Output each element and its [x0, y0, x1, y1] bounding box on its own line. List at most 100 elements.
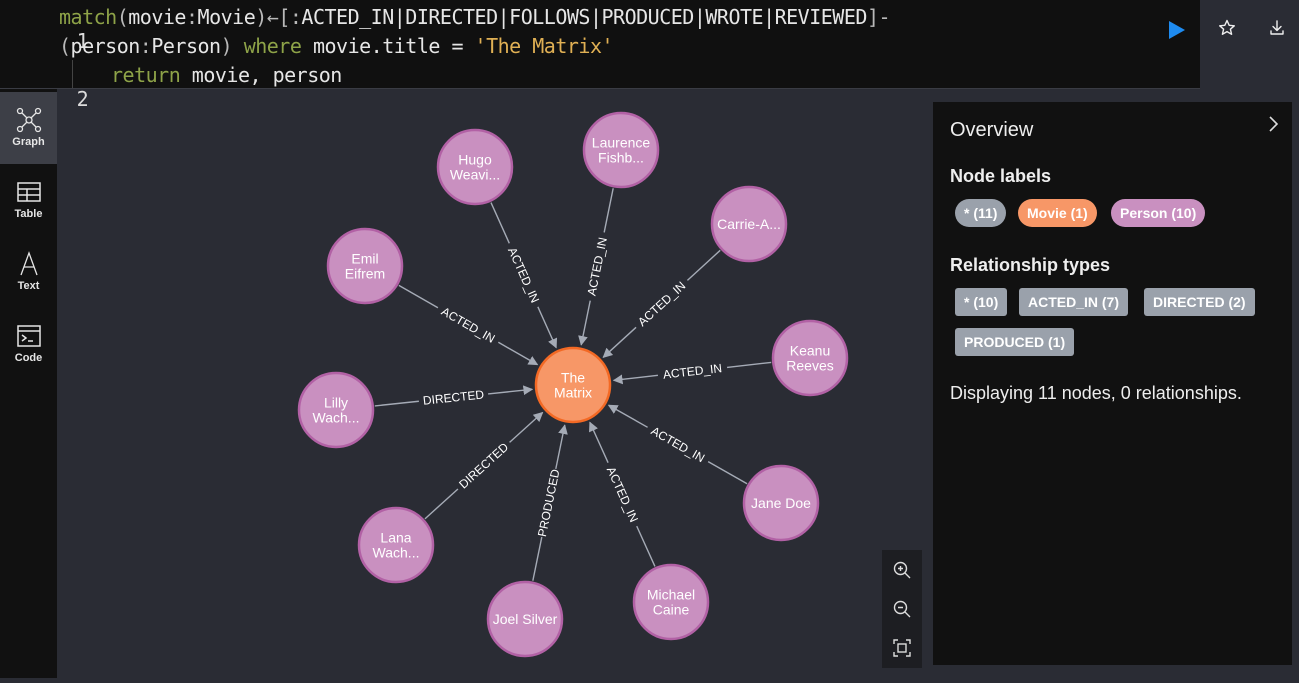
edge-line: [686, 249, 721, 281]
relationship-edge[interactable]: ACTED_IN: [398, 284, 539, 366]
edge-line: [488, 385, 534, 396]
graph-icon: [16, 107, 41, 133]
paren: (: [59, 34, 71, 58]
relationship-types-heading: Relationship types: [950, 255, 1111, 275]
overview-title: Overview: [950, 119, 1034, 141]
edge-line: [612, 374, 658, 385]
relationship-edge[interactable]: PRODUCED: [532, 424, 568, 581]
fit-view-icon[interactable]: [892, 638, 912, 658]
relationship-edge[interactable]: DIRECTED: [374, 385, 534, 408]
indent-guide: [72, 60, 73, 88]
person-node[interactable]: Lana Wach...: [357, 506, 435, 584]
editor-actions: [1200, 0, 1299, 88]
relationship-edge[interactable]: ACTED_IN: [578, 188, 614, 346]
rel-type-all[interactable]: * (10): [955, 288, 1008, 316]
person-node[interactable]: Hugo Weavi...: [436, 128, 514, 206]
node-caption: Michael Caine: [647, 587, 695, 618]
relationship-types: ACTED_IN|DIRECTED|FOLLOWS|PRODUCED|WROTE…: [301, 5, 867, 29]
zoom-out-icon[interactable]: [892, 599, 912, 619]
star-icon[interactable]: [1217, 18, 1237, 38]
edge-label: PRODUCED: [535, 468, 563, 538]
edge-label: ACTED_IN: [439, 304, 497, 346]
person-node[interactable]: Lilly Wach...: [297, 371, 375, 449]
code-icon: [16, 325, 41, 347]
variable-person: person: [70, 34, 141, 58]
relationship-edge[interactable]: ACTED_IN: [589, 421, 656, 567]
node-caption: Joel Silver: [493, 611, 558, 627]
edge-label: ACTED_IN: [604, 464, 641, 524]
result-view-sidebar: Graph Table Text Code: [0, 89, 57, 678]
edge-label: ACTED_IN: [584, 236, 610, 297]
relationship-edge[interactable]: ACTED_IN: [490, 202, 558, 349]
edge-line: [398, 284, 439, 309]
label-person: Person: [151, 34, 221, 58]
rel-type-acted-in[interactable]: ACTED_IN (7): [1019, 288, 1129, 316]
code-line-1-wrap: (person:Person) where movie.title = 'The…: [59, 34, 614, 58]
paren: (: [116, 5, 129, 29]
chevron-right-icon[interactable]: [1263, 114, 1283, 134]
edge-line: [726, 361, 772, 369]
edge-line: [555, 424, 568, 470]
play-icon[interactable]: [1164, 18, 1188, 42]
paren: ): [220, 34, 233, 58]
paren: ): [255, 5, 267, 29]
return-values: movie, person: [191, 63, 343, 87]
table-icon: [16, 182, 41, 202]
zoom-in-icon[interactable]: [892, 560, 912, 580]
sidebar-item-label: Text: [17, 280, 40, 292]
overview-panel: Overview Node labels * (11) Movie (1) Pe…: [933, 102, 1292, 665]
relationship-edge[interactable]: ACTED_IN: [607, 404, 748, 485]
person-node[interactable]: Joel Silver: [486, 580, 564, 658]
person-node[interactable]: Jane Doe: [742, 464, 820, 542]
arrow: ←[:: [266, 5, 302, 29]
title-string: 'The Matrix': [474, 34, 614, 58]
rel-type-directed[interactable]: DIRECTED (2): [1144, 288, 1255, 316]
person-node[interactable]: Keanu Reeves: [771, 319, 849, 397]
edge-line: [636, 525, 656, 567]
graph-canvas[interactable]: ACTED_IN ACTED_IN ACTED_IN ACTED_IN ACTED_IN…: [57, 89, 933, 678]
edge-label: ACTED_IN: [662, 361, 723, 382]
sidebar-item-label: Table: [14, 208, 43, 220]
edge-line: [537, 306, 558, 349]
edge-line: [490, 202, 510, 244]
edge-label: ACTED_IN: [505, 245, 542, 305]
download-icon[interactable]: [1267, 18, 1287, 38]
keyword-match: match: [59, 5, 117, 29]
variable-movie: movie: [128, 5, 186, 29]
node-label-all[interactable]: * (11): [955, 199, 1007, 227]
query-editor[interactable]: 1 match(movie:Movie)←[:ACTED_IN|DIRECTED…: [0, 0, 1200, 111]
keyword-return: return: [111, 63, 181, 87]
rel-type-produced[interactable]: PRODUCED (1): [955, 328, 1075, 356]
result-status: Displaying 11 nodes, 0 relationships.: [950, 383, 1242, 403]
node-caption: Laurence Fishb...: [592, 135, 651, 166]
person-node[interactable]: Emil Eifrem: [326, 227, 404, 305]
code-line-1: match(movie:Movie)←[:ACTED_IN|DIRECTED|F…: [59, 5, 891, 29]
edge-line: [509, 411, 544, 443]
sidebar-item-code[interactable]: Code: [0, 308, 57, 380]
node-label-movie[interactable]: Movie (1): [1018, 199, 1097, 227]
sidebar-item-text[interactable]: Text: [0, 236, 57, 308]
person-node[interactable]: Laurence Fishb...: [582, 111, 660, 189]
edge-line: [424, 488, 459, 520]
movie-node[interactable]: The Matrix: [534, 346, 612, 424]
edge-label: ACTED_IN: [635, 279, 688, 329]
relationship-edge[interactable]: DIRECTED: [424, 411, 544, 520]
node-caption: Keanu Reeves: [786, 343, 833, 374]
text-icon: [19, 251, 38, 276]
keyword-where: where: [243, 34, 302, 58]
graph-visualization[interactable]: ACTED_IN ACTED_INACTED_INACTED_INACTED_IN…: [57, 89, 933, 678]
node-label-person[interactable]: Person (10): [1111, 199, 1206, 227]
sidebar-item-table[interactable]: Table: [0, 164, 57, 236]
edge-label: ACTED_IN: [649, 424, 708, 465]
person-node[interactable]: Carrie-A...: [710, 185, 788, 263]
sidebar-item-graph[interactable]: Graph: [0, 92, 57, 164]
edge-line: [578, 300, 591, 346]
colon: :: [185, 5, 198, 29]
edge-line: [607, 404, 648, 428]
edge-line: [589, 421, 609, 463]
code-line-2: return movie, person: [111, 63, 342, 87]
sidebar-item-label: Code: [14, 352, 43, 364]
person-node[interactable]: Michael Caine: [632, 563, 710, 641]
relationship-edge[interactable]: ACTED_IN: [602, 249, 721, 358]
relationship-edge[interactable]: ACTED_IN: [612, 361, 772, 385]
